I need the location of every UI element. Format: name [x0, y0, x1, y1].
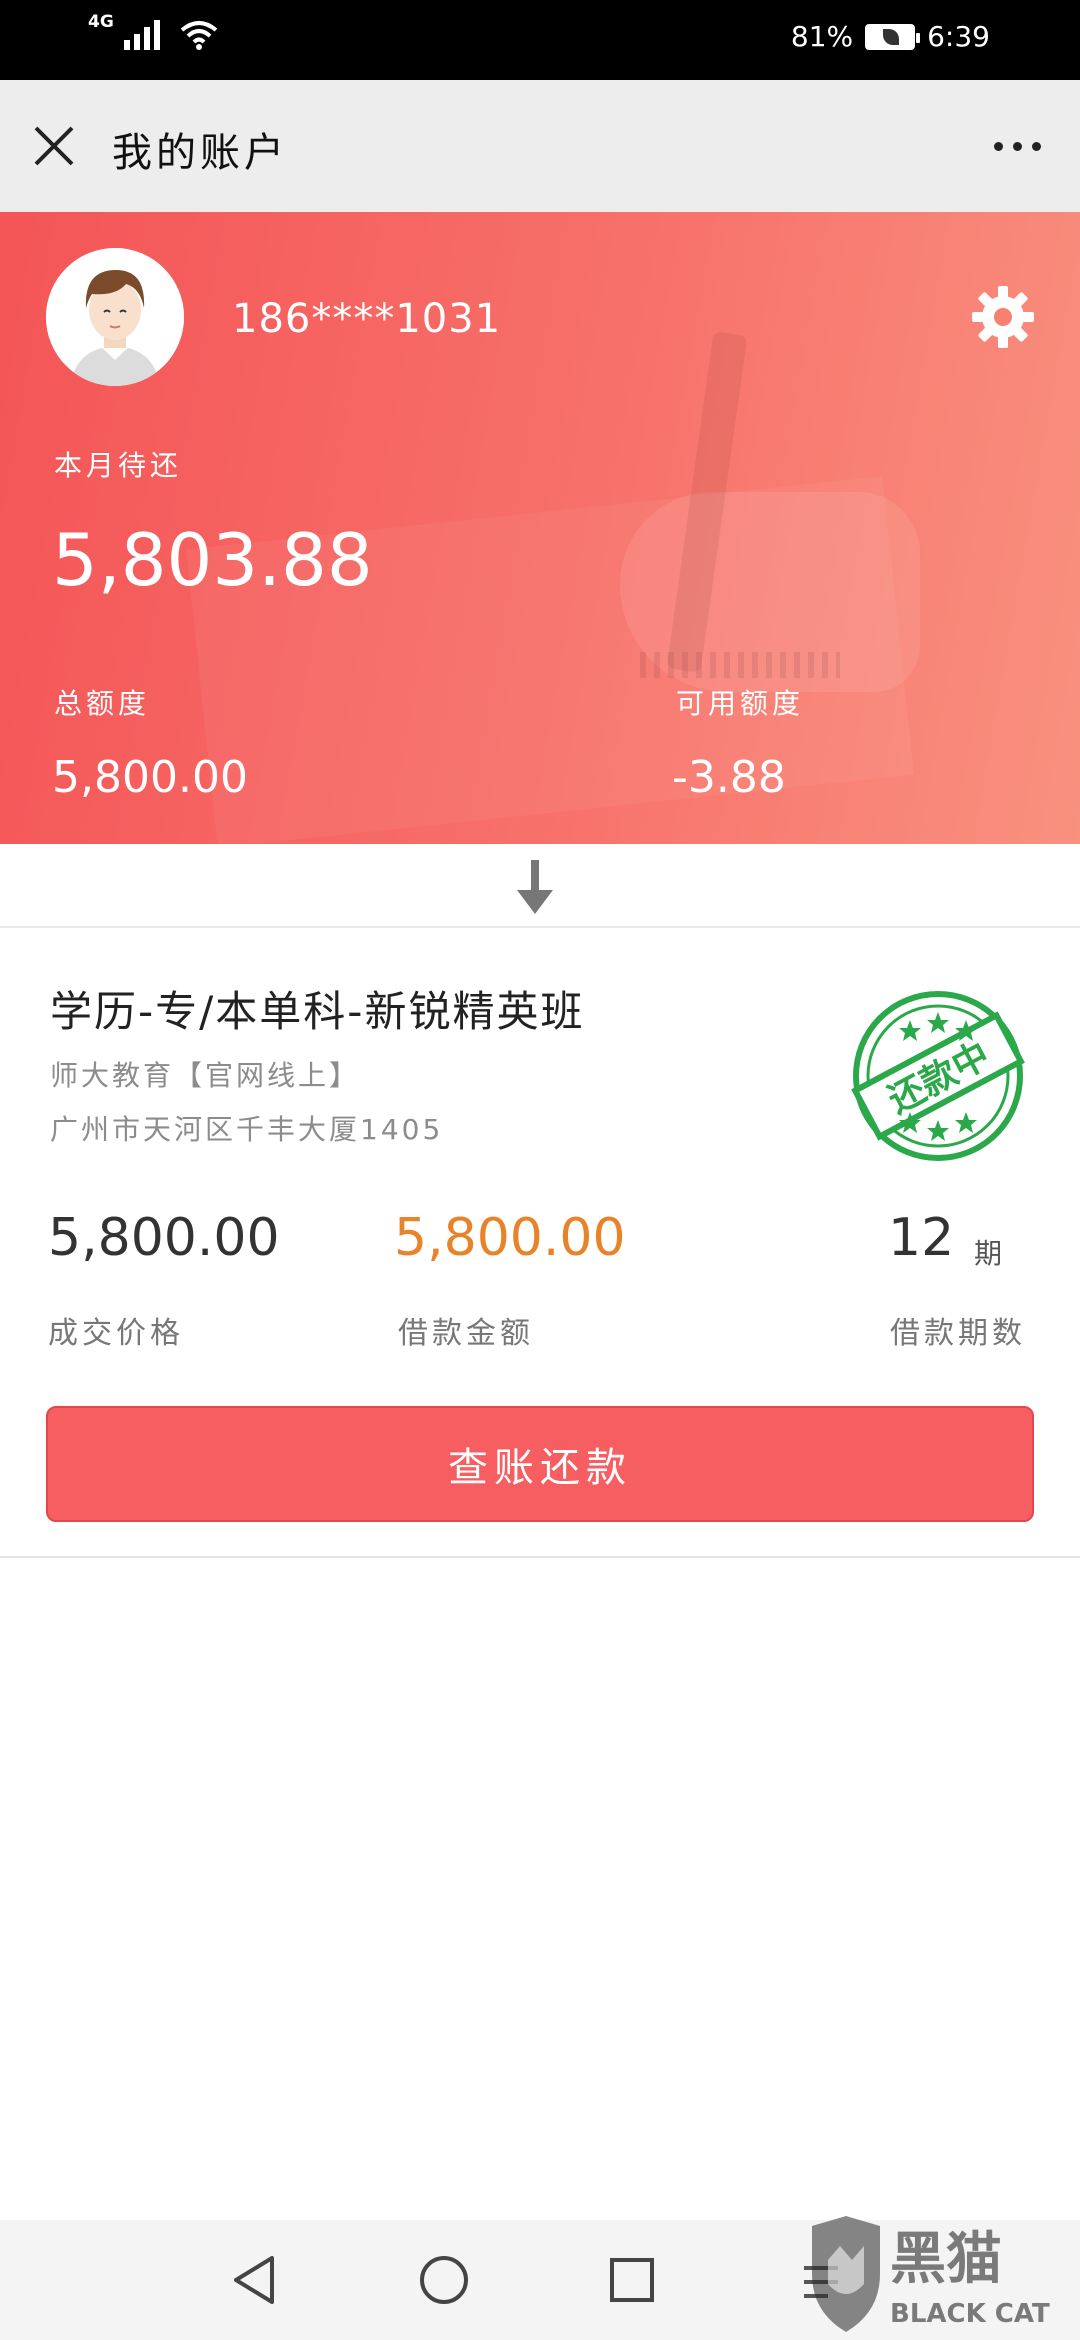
status-left: 4G: [88, 12, 218, 50]
deal-price-value: 5,800.00: [48, 1208, 280, 1268]
more-options-button[interactable]: [982, 120, 1052, 172]
phone-number: 186****1031: [232, 296, 502, 342]
institution-name: 师大教育【官网线上】: [50, 1059, 361, 1092]
available-limit-value: -3.88: [672, 752, 786, 803]
watermark-brand-cn: 黑猫: [890, 2227, 1002, 2292]
avatar[interactable]: [46, 248, 184, 386]
course-title: 学历-专/本单科-新锐精英班: [50, 987, 585, 1036]
battery-icon: [865, 23, 921, 50]
loan-amount-value: 5,800.00: [394, 1208, 626, 1268]
signal-icon: [123, 18, 160, 50]
title-bar: 我的账户: [0, 80, 1080, 212]
avatar-icon: [46, 248, 184, 386]
available-limit-label: 可用额度: [676, 687, 805, 720]
clock: 6:39: [927, 20, 990, 53]
due-this-month-amount: 5,803.88: [52, 518, 373, 602]
status-bar: 4G 81% 6:39: [0, 0, 1080, 80]
loan-amount-label: 借款金额: [398, 1316, 534, 1351]
wifi-icon: [180, 21, 218, 50]
page-title: 我的账户: [112, 130, 288, 176]
loan-periods-value: 12: [888, 1208, 955, 1268]
background-notebook-coil: [640, 652, 840, 678]
more-dot: [1031, 141, 1041, 151]
recent-apps-icon[interactable]: [604, 2252, 660, 2308]
card-divider: [0, 1556, 1080, 1558]
account-header: 186****1031 本月待还 5,803.88 总额度 5,800.00 可…: [0, 212, 1080, 844]
close-icon[interactable]: [28, 120, 80, 172]
battery-percent: 81%: [790, 20, 854, 53]
loan-periods-unit: 期: [974, 1237, 1003, 1270]
arrow-down-icon: [517, 860, 553, 914]
status-right: 81% 6:39: [791, 20, 990, 53]
home-icon[interactable]: [416, 2252, 472, 2308]
loan-periods-label: 借款期数: [890, 1316, 1026, 1351]
black-cat-watermark: 黑猫 BLACK CAT: [812, 2216, 1050, 2332]
total-limit-label: 总额度: [54, 687, 151, 720]
more-dot: [1012, 141, 1022, 151]
expand-arrow-row[interactable]: [0, 844, 1080, 928]
watermark-brand-en: BLACK CAT: [890, 2299, 1050, 2329]
repaying-stamp: 还款中: [851, 991, 1025, 1161]
gear-icon[interactable]: [970, 284, 1036, 350]
back-icon[interactable]: [228, 2252, 284, 2308]
due-this-month-label: 本月待还: [54, 449, 183, 482]
network-label: 4G: [88, 12, 114, 32]
more-dot: [993, 141, 1003, 151]
institution-address: 广州市天河区千丰大厦1405: [50, 1113, 444, 1146]
check-and-repay-button[interactable]: 查账还款: [46, 1406, 1034, 1522]
total-limit-value: 5,800.00: [52, 752, 248, 803]
deal-price-label: 成交价格: [48, 1316, 184, 1351]
